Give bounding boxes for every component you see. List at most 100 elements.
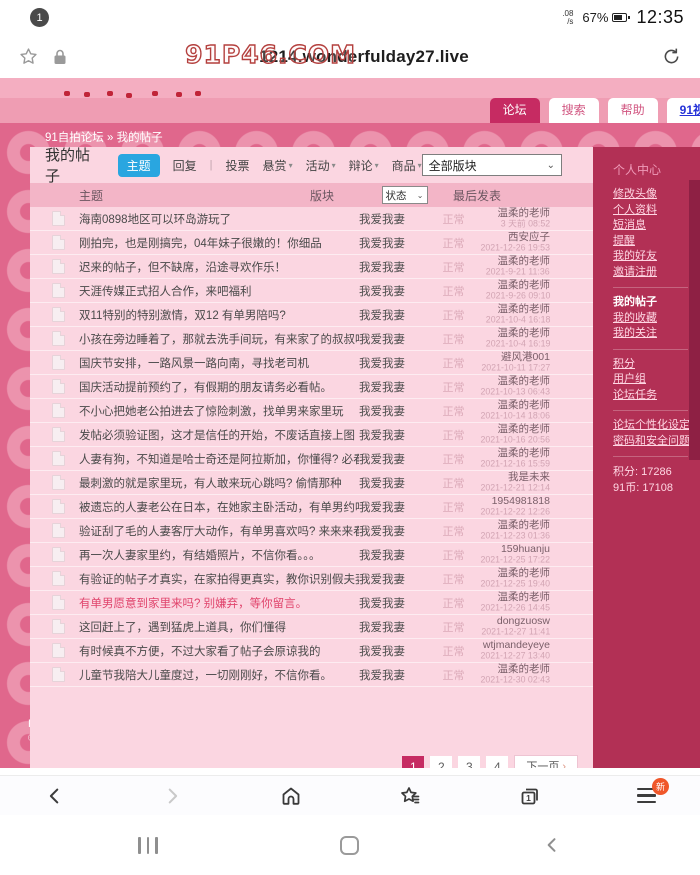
thread-author-link[interactable]: 我是未来 — [508, 472, 550, 483]
thread-forum-link[interactable]: 我爱我妻 — [359, 214, 405, 226]
thread-title-link[interactable]: 有时候真不方便，不过大家看了帖子会原谅我的 — [79, 646, 321, 658]
sidebar-item-profile[interactable]: 个人资料 — [613, 203, 700, 219]
bookmarks-button[interactable] — [398, 784, 422, 808]
page-number-2[interactable]: 2 — [430, 756, 452, 768]
thread-author-link[interactable]: 温柔的老师 — [498, 448, 551, 459]
thread-forum-link[interactable]: 我爱我妻 — [359, 646, 405, 658]
thread-title-link[interactable]: 天涯传媒正式招人合作，来吧福利 — [79, 286, 252, 298]
thread-author-link[interactable]: 温柔的老师 — [498, 568, 551, 579]
filter-tab-activities[interactable]: 活动▾ — [306, 157, 336, 174]
site-tab-search[interactable]: 搜索 — [549, 98, 599, 123]
thread-title-link[interactable]: 小孩在旁边睡着了，那就去洗手间玩，有来家了的叔叔吗? — [79, 334, 359, 346]
home-button[interactable] — [279, 784, 303, 808]
thread-title-link[interactable]: 国庆节安排，一路风景一路向南，寻找老司机 — [79, 358, 309, 370]
thread-forum-link[interactable]: 我爱我妻 — [359, 574, 405, 586]
thread-forum-link[interactable]: 我爱我妻 — [359, 334, 405, 346]
filter-tab-replies[interactable]: 回复 — [173, 157, 197, 174]
sidebar-item-avatar-edit[interactable]: 修改头像 — [613, 187, 700, 203]
thread-title-link[interactable]: 人妻有狗，不知道是哈士奇还是阿拉斯加，你懂得? 必看 — [79, 454, 359, 466]
thread-forum-link[interactable]: 我爱我妻 — [359, 382, 405, 394]
sidebar-item-personalization[interactable]: 论坛个性化设定 — [613, 418, 700, 434]
url-text[interactable]: 1214.wonderfulday27.live — [259, 47, 469, 66]
thread-title-link[interactable]: 最刺激的就是家里玩，有人敢来玩心跳吗? 偷情那种 — [79, 478, 342, 490]
recents-button[interactable] — [138, 837, 158, 854]
site-tab-help[interactable]: 帮助 — [608, 98, 658, 123]
sidebar-item-my-favorites[interactable]: 我的收藏 — [613, 311, 700, 327]
thread-author-link[interactable]: 1954981818 — [492, 496, 550, 507]
thread-title-link[interactable]: 发帖必须验证图，这才是信任的开始，不废话直接上图 — [79, 430, 355, 442]
status-filter-select[interactable]: 状态 ⌄ — [382, 186, 428, 204]
thread-forum-link[interactable]: 我爱我妻 — [359, 262, 405, 274]
thread-title-link[interactable]: 有验证的帖子才真实，在家拍得更真实，教你识别假夫妻。 — [79, 574, 359, 586]
thread-author-link[interactable]: 避风港001 — [501, 352, 550, 363]
thread-title-link[interactable]: 海南0898地区可以环岛游玩了 — [79, 214, 231, 226]
thread-forum-link[interactable]: 我爱我妻 — [359, 406, 405, 418]
thread-forum-link[interactable]: 我爱我妻 — [359, 358, 405, 370]
thread-forum-link[interactable]: 我爱我妻 — [359, 670, 405, 682]
thread-forum-link[interactable]: 我爱我妻 — [359, 238, 405, 250]
filter-tab-goods[interactable]: 商品▾ — [392, 157, 422, 174]
sidebar-item-messages[interactable]: 短消息 — [613, 218, 700, 234]
tabs-button[interactable]: 1 — [518, 784, 542, 808]
sidebar-item-forum-tasks[interactable]: 论坛任务 — [613, 388, 700, 404]
thread-forum-link[interactable]: 我爱我妻 — [359, 502, 405, 514]
sidebar-item-friends[interactable]: 我的好友 — [613, 249, 700, 265]
sidebar-item-credits[interactable]: 积分 — [613, 357, 700, 373]
thread-title-link[interactable]: 被遗忘的人妻老公在日本，在她家主卧活动，有单男约吗? — [79, 502, 359, 514]
breadcrumb[interactable]: 91自拍论坛 » 我的帖子 — [45, 129, 163, 145]
thread-title-link[interactable]: 刚拍完，也是刚搞完，04年妹子很嫩的！你细品 — [79, 238, 322, 250]
thread-author-link[interactable]: 温柔的老师 — [498, 400, 551, 411]
thread-forum-link[interactable]: 我爱我妻 — [359, 454, 405, 466]
filter-tab-rewards[interactable]: 悬赏▾ — [263, 157, 293, 174]
forum-filter-select[interactable]: 全部版块 ⌄ — [422, 154, 562, 176]
thread-author-link[interactable]: 西安应子 — [508, 232, 550, 243]
menu-button[interactable]: 新 — [637, 788, 656, 803]
thread-forum-link[interactable]: 我爱我妻 — [359, 310, 405, 322]
sidebar-item-invite[interactable]: 邀请注册 — [613, 265, 700, 281]
filter-tab-topics[interactable]: 主题 — [118, 154, 160, 177]
thread-title-link[interactable]: 双11特别的特别激情，双12 有单男陪吗? — [79, 310, 286, 322]
sidebar-item-usergroup[interactable]: 用户组 — [613, 372, 700, 388]
back-nav-button[interactable] — [542, 835, 562, 855]
sidebar-item-security[interactable]: 密码和安全问题 — [613, 434, 700, 450]
page-number-1[interactable]: 1 — [402, 756, 424, 768]
thread-title-link[interactable]: 有单男愿意到家里来吗? 别嫌弃，等你留言。 — [79, 598, 307, 610]
refresh-icon[interactable] — [661, 46, 682, 67]
thread-title-link[interactable]: 验证刮了毛的人妻客厅大动作，有单男喜欢吗? 来来来看 — [79, 526, 359, 538]
page-number-3[interactable]: 3 — [458, 756, 480, 768]
thread-author-link[interactable]: 温柔的老师 — [498, 280, 551, 291]
thread-title-link[interactable]: 不小心把她老公拍进去了惊险刺激，找单男来家里玩 — [79, 406, 344, 418]
next-page-button[interactable]: 下一页› — [514, 755, 578, 768]
home-nav-button[interactable] — [340, 836, 359, 855]
thread-title-link[interactable]: 再一次人妻家里约，有结婚照片，不信你看。。。 — [79, 550, 321, 562]
sidebar-item-reminders[interactable]: 提醒 — [613, 234, 700, 250]
thread-forum-link[interactable]: 我爱我妻 — [359, 286, 405, 298]
thread-forum-link[interactable]: 我爱我妻 — [359, 430, 405, 442]
forward-button[interactable] — [161, 785, 183, 807]
thread-author-link[interactable]: 温柔的老师 — [498, 592, 551, 603]
thread-title-link[interactable]: 儿童节我陪大儿童度过，一切刚刚好，不信你看。 — [79, 670, 332, 682]
thread-forum-link[interactable]: 我爱我妻 — [359, 478, 405, 490]
thread-forum-link[interactable]: 我爱我妻 — [359, 598, 405, 610]
thread-title-link[interactable]: 迟来的帖子，但不缺席，沿途寻欢作乐！ — [79, 262, 286, 274]
lock-icon[interactable] — [53, 49, 67, 65]
sidebar-item-my-follows[interactable]: 我的关注 — [613, 326, 700, 342]
thread-forum-link[interactable]: 我爱我妻 — [359, 622, 405, 634]
thread-author-link[interactable]: 159huanju — [501, 544, 550, 555]
bookmark-star-icon[interactable] — [18, 46, 39, 67]
thread-author-link[interactable]: 温柔的老师 — [498, 424, 551, 435]
filter-tab-debates[interactable]: 辩论▾ — [349, 157, 379, 174]
back-button[interactable] — [44, 785, 66, 807]
thread-author-link[interactable]: dongzuosw — [497, 616, 550, 627]
filter-tab-polls[interactable]: 投票 — [226, 157, 250, 174]
thread-author-link[interactable]: 温柔的老师 — [498, 328, 551, 339]
thread-author-link[interactable]: 温柔的老师 — [498, 256, 551, 267]
site-tab-91video[interactable]: 91视频 — [667, 98, 700, 123]
thread-author-link[interactable]: 温柔的老师 — [498, 376, 551, 387]
site-tab-forum[interactable]: 论坛 — [490, 98, 540, 123]
thread-forum-link[interactable]: 我爱我妻 — [359, 550, 405, 562]
thread-author-link[interactable]: wtjmandeyeye — [483, 640, 550, 651]
page-number-4[interactable]: 4 — [486, 756, 508, 768]
thread-author-link[interactable]: 温柔的老师 — [498, 664, 551, 675]
thread-title-link[interactable]: 这回赶上了，遇到猛虎上道具，你们懂得 — [79, 622, 286, 634]
